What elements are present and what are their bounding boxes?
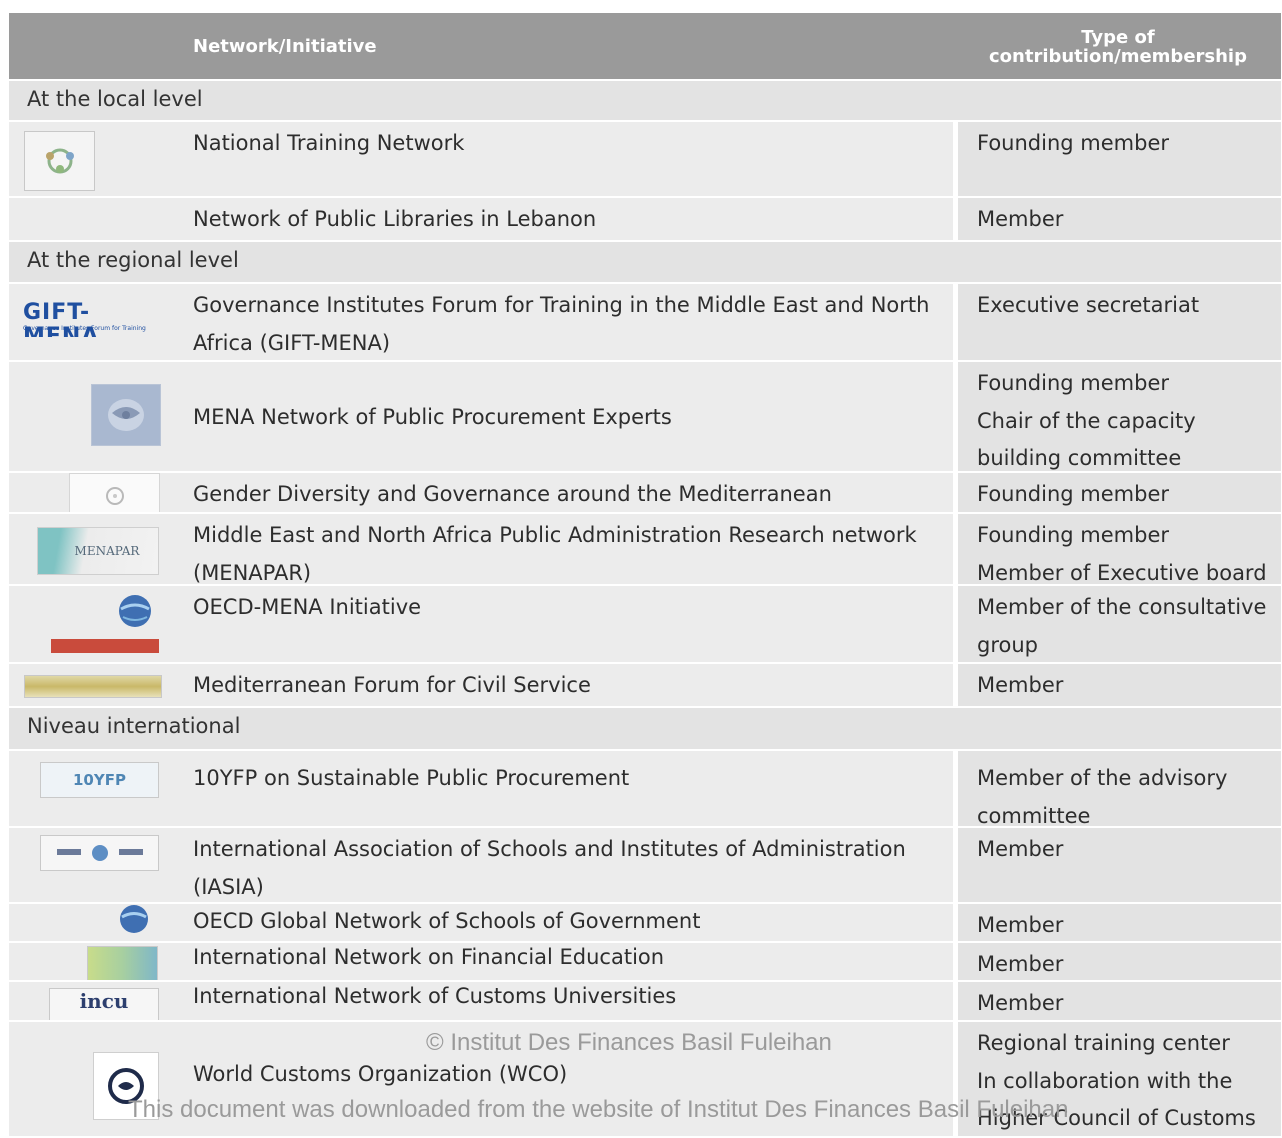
- download-notice-watermark: This document was downloaded from the we…: [128, 1096, 1069, 1123]
- membership-type: Member of the consultative group: [953, 586, 1281, 662]
- oecd-logo: [111, 900, 157, 942]
- 10yfp-logo: 10YFP: [40, 762, 159, 798]
- section-title: Niveau international: [27, 714, 241, 738]
- gift-mena-logo-text: GIFT-MENA: [23, 301, 100, 337]
- mediterranean-forum-logo: [24, 675, 162, 698]
- iasia-logo: [40, 835, 159, 871]
- type-line: Chair of the capacity: [977, 408, 1196, 433]
- network-name: Governance Institutes Forum for Training…: [193, 293, 930, 355]
- networks-table: Network/Initiative Type of contribution/…: [9, 13, 1281, 1136]
- membership-type: Member: [953, 664, 1281, 706]
- network-name: Mediterranean Forum for Civil Service: [193, 673, 591, 697]
- table-row: 10YFP 10YFP on Sustainable Public Procur…: [9, 749, 1281, 828]
- table-row: incu International Network of Customs Un…: [9, 980, 1281, 1026]
- menapar-logo: MENAPAR: [37, 527, 159, 575]
- network-name: Middle East and North Africa Public Admi…: [193, 523, 917, 585]
- table-row: GIFT-MENA Governance Institutes Forum fo…: [9, 282, 1281, 360]
- table-row: MENAPAR Middle East and North Africa Pub…: [9, 512, 1281, 585]
- membership-type: Executive secretariat: [953, 284, 1281, 360]
- copyright-watermark: © Institut Des Finances Basil Fuleihan: [426, 1029, 832, 1056]
- network-name: OECD Global Network of Schools of Govern…: [193, 909, 701, 933]
- type-line: In collaboration with the: [977, 1068, 1233, 1093]
- membership-type: Member of the advisory committee: [953, 751, 1281, 828]
- table-row: International Association of Schools and…: [9, 826, 1281, 902]
- table-row: OECD-MENA Initiative Member of the consu…: [9, 584, 1281, 662]
- network-name: International Network of Customs Univers…: [193, 984, 677, 1008]
- network-name: Network of Public Libraries in Lebanon: [193, 207, 597, 231]
- table-row: MENA Network of Public Procurement Exper…: [9, 360, 1281, 471]
- network-name: National Training Network: [193, 131, 465, 155]
- table-row: Gender Diversity and Governance around t…: [9, 471, 1281, 521]
- membership-type: Member: [953, 904, 1281, 941]
- type-line: Founding member: [977, 523, 1169, 547]
- mena-procurement-network-logo: [91, 384, 161, 446]
- membership-type: Member: [953, 828, 1281, 902]
- network-name: MENA Network of Public Procurement Exper…: [193, 405, 672, 429]
- network-name: Gender Diversity and Governance around t…: [193, 482, 832, 506]
- incu-logo-text: incu: [79, 989, 129, 1013]
- table-row: National Training Network Founding membe…: [9, 120, 1281, 196]
- section-title: At the regional level: [27, 248, 239, 272]
- membership-type: Member: [953, 943, 1281, 980]
- membership-type: Founding member: [953, 473, 1281, 512]
- 10yfp-logo-text: 10YFP: [73, 771, 126, 789]
- gift-mena-logo: GIFT-MENA Governance Institutes Forum fo…: [23, 301, 161, 337]
- type-column-header: Type of contribution/membership: [988, 27, 1247, 67]
- network-name: International Network on Financial Educa…: [193, 945, 665, 969]
- table-row: OECD Global Network of Schools of Govern…: [9, 902, 1281, 941]
- membership-type: Founding member: [953, 122, 1281, 196]
- table-row: Network of Public Libraries in Lebanon M…: [9, 196, 1281, 240]
- network-name: World Customs Organization (WCO): [193, 1062, 568, 1086]
- table-row: Mediterranean Forum for Civil Service Me…: [9, 662, 1281, 706]
- section-title: At the local level: [27, 87, 203, 111]
- section-local: At the local level: [9, 79, 1281, 120]
- type-line: Founding member: [977, 371, 1169, 395]
- membership-type: Member: [953, 982, 1281, 1020]
- oecd-mena-logo: [51, 591, 159, 655]
- membership-type: Member: [953, 198, 1281, 240]
- table-row: International Network on Financial Educa…: [9, 941, 1281, 986]
- section-regional: At the regional level: [9, 240, 1281, 282]
- network-name: OECD-MENA Initiative: [193, 595, 422, 619]
- network-name: 10YFP on Sustainable Public Procurement: [193, 766, 630, 790]
- gift-mena-logo-subtext: Governance Institutes Forum for Training: [23, 325, 146, 332]
- table-header: Network/Initiative Type of contribution/…: [9, 13, 1281, 79]
- type-line: Regional training center: [977, 1031, 1230, 1055]
- menapar-logo-text: MENAPAR: [74, 544, 140, 558]
- network-column-header: Network/Initiative: [193, 36, 377, 57]
- membership-type: Founding member Member of Executive boar…: [953, 514, 1281, 585]
- membership-type: Founding member Chair of the capacity bu…: [953, 362, 1281, 471]
- section-international: Niveau international: [9, 706, 1281, 749]
- network-name: International Association of Schools and…: [193, 837, 906, 899]
- national-training-network-logo: [24, 131, 95, 191]
